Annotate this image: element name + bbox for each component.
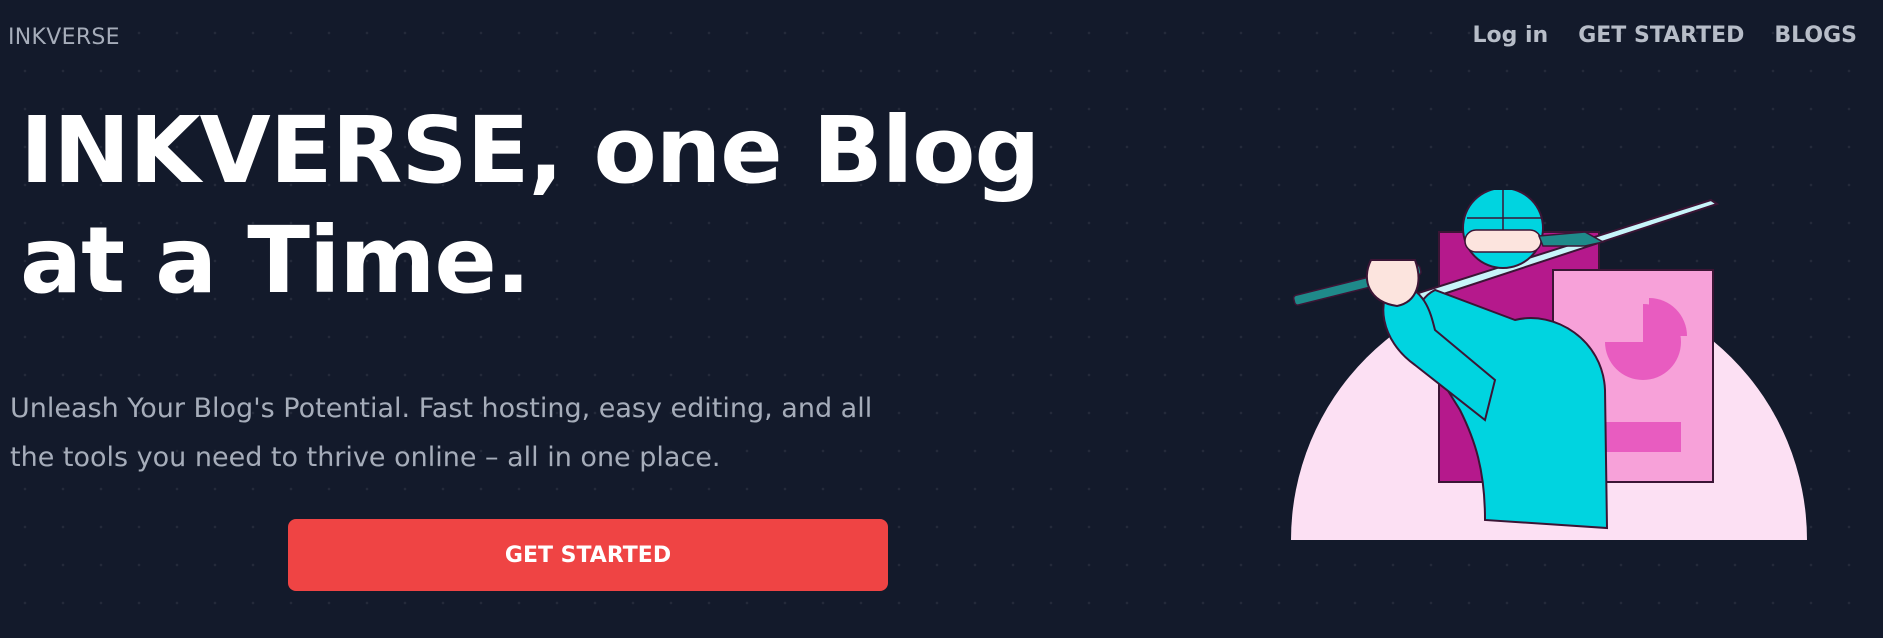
top-nav: Log in GET STARTED BLOGS — [1472, 23, 1857, 48]
nav-login-link[interactable]: Log in — [1472, 23, 1548, 48]
ninja-eye-slit — [1464, 229, 1542, 253]
ninja-hand — [1366, 259, 1420, 308]
nav-blogs-link[interactable]: BLOGS — [1774, 23, 1857, 48]
nav-get-started-link[interactable]: GET STARTED — [1578, 23, 1744, 48]
brand-logo[interactable]: INKVERSE — [8, 25, 120, 50]
hero-subtext: Unleash Your Blog's Potential. Fast host… — [10, 393, 873, 473]
ninja-illustration — [1291, 190, 1807, 540]
hero-get-started-button[interactable]: GET STARTED — [288, 519, 888, 591]
hero-headline: INKVERSE, one Blog at a Time. — [20, 97, 1040, 314]
document-bar — [1601, 422, 1681, 452]
